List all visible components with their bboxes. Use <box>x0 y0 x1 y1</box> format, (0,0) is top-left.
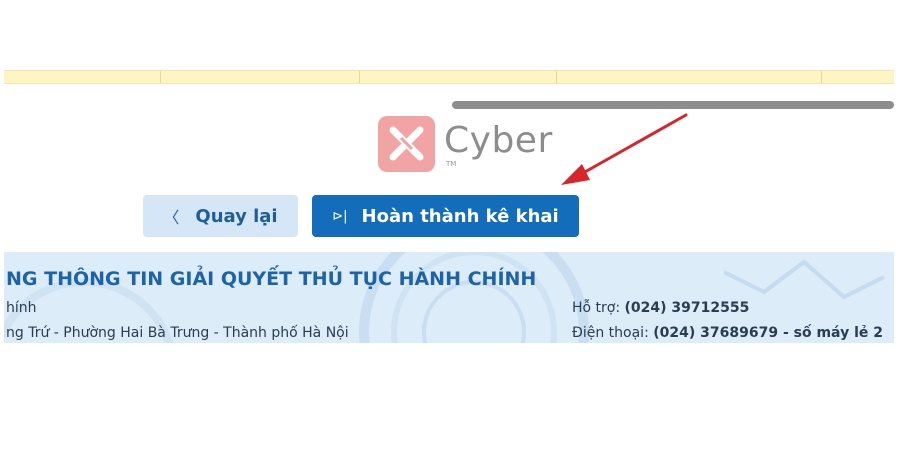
skip-forward-icon: ⊳| <box>332 208 348 224</box>
phone-value: (024) 37689679 - số máy lẻ 2 <box>653 325 883 341</box>
support-phone: (024) 39712555 <box>624 300 750 316</box>
finish-declaration-button[interactable]: ⊳| Hoàn thành kê khai <box>312 195 579 237</box>
footer-support: Hỗ trợ: (024) 39712555 <box>572 300 749 316</box>
support-label: Hỗ trợ: <box>572 300 621 316</box>
back-button[interactable]: 〈 Quay lại <box>143 195 298 237</box>
back-button-label: Quay lại <box>195 205 278 227</box>
chevron-left-icon: 〈 <box>163 208 180 227</box>
footer-address-line: ng Trứ - Phường Hai Bà Trưng - Thành phố… <box>6 325 349 341</box>
site-footer: NG THÔNG TIN GIẢI QUYẾT THỦ TỤC HÀNH CHÍ… <box>4 252 894 343</box>
footer-org-line: hính <box>6 300 37 316</box>
footer-phone: Điện thoại: (024) 37689679 - số máy lẻ 2 <box>572 325 883 341</box>
footer-title: NG THÔNG TIN GIẢI QUYẾT THỦ TỤC HÀNH CHÍ… <box>6 268 537 290</box>
phone-label: Điện thoại: <box>572 325 649 341</box>
finish-button-label: Hoàn thành kê khai <box>361 205 559 227</box>
